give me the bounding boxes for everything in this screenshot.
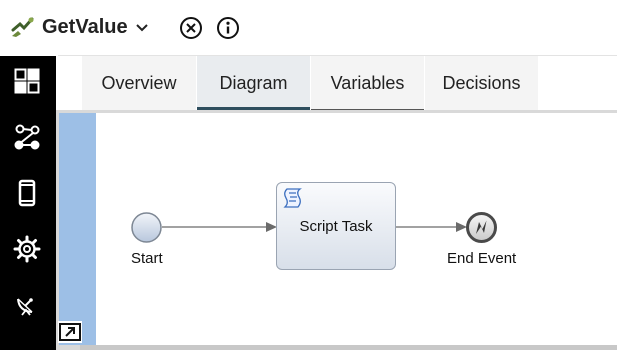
start-event-label: Start bbox=[131, 250, 163, 267]
satellite-dish-icon bbox=[17, 298, 33, 316]
app-logo-icon bbox=[11, 17, 34, 37]
tab-decisions[interactable]: Decisions bbox=[425, 56, 539, 110]
process-title[interactable]: GetValue bbox=[42, 14, 128, 40]
tab-decisions-label: Decisions bbox=[442, 72, 521, 93]
close-circle-icon[interactable] bbox=[179, 16, 203, 40]
sidebar-item-integration[interactable] bbox=[12, 290, 42, 320]
tab-diagram-label: Diagram bbox=[219, 72, 288, 93]
flow-icon bbox=[14, 124, 40, 150]
start-event[interactable] bbox=[130, 211, 163, 244]
info-icon[interactable] bbox=[216, 16, 240, 40]
tab-diagram[interactable]: Diagram bbox=[197, 56, 311, 110]
tab-overview[interactable]: Overview bbox=[82, 56, 197, 110]
mobile-icon bbox=[18, 179, 36, 207]
gear-icon bbox=[13, 235, 41, 263]
script-task-label: Script Task bbox=[299, 217, 373, 235]
sidebar-item-dashboard[interactable] bbox=[12, 66, 42, 96]
script-task[interactable]: Script Task bbox=[276, 182, 396, 270]
left-sidebar bbox=[0, 56, 56, 350]
app-header: GetValue bbox=[0, 0, 617, 56]
end-event-label: End Event bbox=[447, 250, 517, 267]
dashboard-icon bbox=[14, 68, 40, 94]
expand-icon bbox=[59, 323, 81, 341]
sidebar-item-settings[interactable] bbox=[12, 234, 42, 264]
end-event[interactable] bbox=[465, 211, 498, 244]
horizontal-scrollbar[interactable] bbox=[80, 345, 617, 350]
tab-overview-label: Overview bbox=[101, 72, 177, 93]
swimlane-header[interactable] bbox=[59, 113, 96, 345]
chevron-down-icon[interactable] bbox=[134, 15, 150, 39]
tab-variables-label: Variables bbox=[330, 72, 405, 93]
sidebar-item-flow[interactable] bbox=[12, 122, 42, 152]
expand-canvas-button[interactable] bbox=[58, 321, 82, 343]
tab-variables[interactable]: Variables bbox=[311, 56, 425, 110]
sidebar-item-mobile[interactable] bbox=[12, 178, 42, 208]
